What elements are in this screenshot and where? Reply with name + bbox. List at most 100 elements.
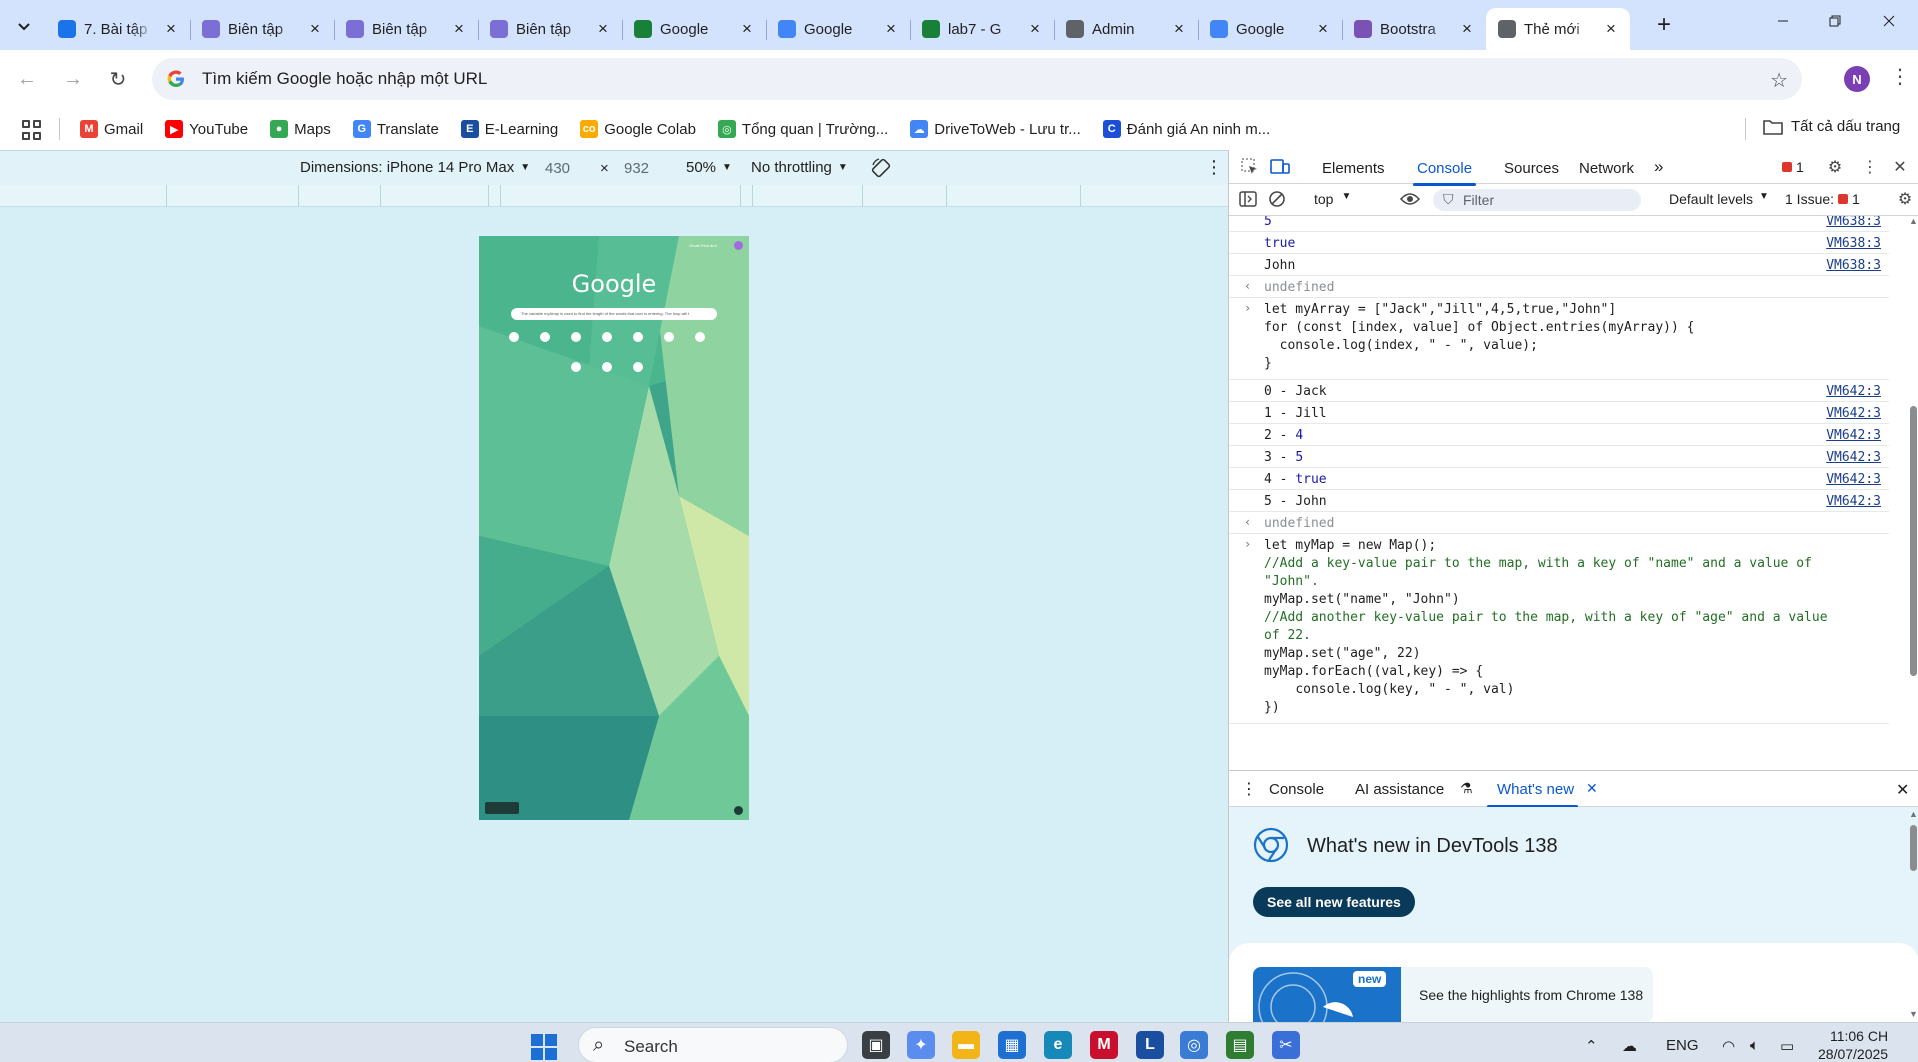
console-settings-gear-icon[interactable]: ⚙ [1894, 189, 1916, 209]
inspect-element-icon[interactable] [1239, 157, 1261, 177]
l-app-icon[interactable]: L [1136, 1031, 1164, 1059]
device-screen[interactable]: Gmail Hình ảnh Google The variable myArr… [479, 236, 749, 820]
browser-tab[interactable]: Biên tập × [190, 8, 334, 50]
address-bar[interactable]: Tìm kiếm Google hoặc nhập một URL ☆ [152, 58, 1802, 100]
browser-tab[interactable]: Thẻ mới × [1486, 8, 1630, 50]
device-toggle-icon[interactable] [1269, 157, 1291, 177]
console-scrollbar[interactable]: ▲ [1907, 216, 1918, 770]
windows-start-icon[interactable] [530, 1033, 558, 1061]
close-drawer-icon[interactable]: ✕ [1896, 780, 1909, 800]
width-input[interactable]: 430 [545, 160, 570, 177]
all-bookmarks-button[interactable]: Tất cả dấu trang [1763, 118, 1900, 135]
error-count-badge[interactable]: 1 [1782, 159, 1804, 175]
close-window-button[interactable] [1866, 0, 1912, 42]
restore-button[interactable] [1812, 0, 1858, 42]
bookmark-item[interactable]: co Google Colab [580, 120, 696, 138]
minimize-button[interactable] [1760, 0, 1806, 42]
close-tab-icon[interactable]: × [162, 20, 180, 38]
close-tab-icon[interactable]: × [594, 20, 612, 38]
log-source-link[interactable]: VM638:3 [1826, 216, 1881, 229]
bookmark-item[interactable]: E E-Learning [460, 120, 558, 138]
issues-counter[interactable]: 1 Issue: 1 [1785, 191, 1860, 207]
browser-tab[interactable]: Admin × [1054, 8, 1198, 50]
clear-console-icon[interactable] [1266, 189, 1288, 209]
profile-avatar[interactable]: N [1844, 66, 1870, 92]
context-selector[interactable]: top ▼ [1314, 191, 1351, 207]
close-tab-icon[interactable]: × [1170, 20, 1188, 38]
new-tab-button[interactable]: + [1650, 12, 1678, 40]
more-tabs-icon[interactable]: » [1654, 157, 1663, 177]
browser-tab[interactable]: 7. Bài tập × [46, 8, 190, 50]
drawer-menu-icon[interactable]: ⋮ [1241, 779, 1257, 799]
reload-button[interactable]: ↻ [103, 64, 133, 94]
log-source-link[interactable]: VM642:3 [1826, 494, 1881, 509]
system-clock[interactable]: 11:06 CH 28/07/2025 [1818, 1027, 1888, 1062]
language-indicator[interactable]: ENG [1666, 1037, 1699, 1054]
log-source-link[interactable]: VM638:3 [1826, 258, 1881, 273]
volume-icon[interactable]: 🔈︎ [1750, 1037, 1759, 1054]
phone-search-box[interactable]: The variable myArray is used to find the… [511, 308, 717, 320]
browser-tab[interactable]: Google × [766, 8, 910, 50]
bookmark-item[interactable]: G Translate [352, 120, 439, 138]
close-tab-icon[interactable]: × [306, 20, 324, 38]
forward-button[interactable]: → [58, 64, 88, 94]
log-source-link[interactable]: VM638:3 [1826, 236, 1881, 251]
throttling-dropdown[interactable]: No throttling ▼ [751, 159, 848, 176]
live-expression-eye-icon[interactable] [1399, 189, 1421, 209]
onedrive-cloud-icon[interactable]: ☁ [1622, 1037, 1637, 1055]
device-dropdown[interactable]: Dimensions: iPhone 14 Pro Max ▼ [300, 159, 530, 176]
whats-new-scrollbar[interactable]: ▲ ▼ [1907, 807, 1918, 1023]
back-button[interactable]: ← [12, 64, 42, 94]
close-tab-icon[interactable]: × [738, 20, 756, 38]
tab-network[interactable]: Network [1579, 160, 1634, 177]
battery-icon[interactable]: ▭ [1780, 1037, 1794, 1055]
bookmark-item[interactable]: ● Maps [270, 120, 331, 138]
edge-icon[interactable]: e [1044, 1031, 1072, 1059]
see-all-features-button[interactable]: See all new features [1253, 887, 1415, 917]
log-source-link[interactable]: VM642:3 [1826, 450, 1881, 465]
browser-tab[interactable]: lab7 - G × [910, 8, 1054, 50]
log-levels-dropdown[interactable]: Default levels ▼ [1669, 191, 1769, 207]
settings-gear-icon[interactable]: ⚙ [1824, 157, 1846, 177]
close-devtools-icon[interactable]: ✕ [1889, 157, 1911, 177]
log-source-link[interactable]: VM642:3 [1826, 428, 1881, 443]
console-scroll-thumb[interactable] [1910, 406, 1917, 676]
browser-tab[interactable]: Google × [622, 8, 766, 50]
bookmark-item[interactable]: M Gmail [80, 120, 143, 138]
close-tab-icon[interactable]: × [882, 20, 900, 38]
log-source-link[interactable]: VM642:3 [1826, 406, 1881, 421]
close-tab-icon[interactable]: ✕ [1586, 780, 1598, 797]
tab-elements[interactable]: Elements [1322, 160, 1385, 177]
log-source-link[interactable]: VM642:3 [1826, 384, 1881, 399]
bookmark-item[interactable]: ◎ Tổng quan | Trường... [717, 120, 888, 138]
browser-tab[interactable]: Bootstra × [1342, 8, 1486, 50]
drawer-tab-console[interactable]: Console [1269, 781, 1324, 798]
store-icon[interactable]: ▦ [998, 1031, 1026, 1059]
bookmark-item[interactable]: ▶ YouTube [165, 120, 248, 138]
tab-console[interactable]: Console [1412, 160, 1477, 186]
log-source-link[interactable]: VM642:3 [1826, 472, 1881, 487]
browser-menu-icon[interactable]: ⋮ [1890, 64, 1910, 89]
close-tab-icon[interactable]: × [450, 20, 468, 38]
close-tab-icon[interactable]: × [1314, 20, 1332, 38]
excel-chart-icon[interactable]: ▤ [1226, 1031, 1254, 1059]
drawer-tab-whats-new[interactable]: What's new [1486, 781, 1579, 808]
browser-tab[interactable]: Biên tập × [334, 8, 478, 50]
device-more-icon[interactable]: ⋮ [1205, 157, 1223, 178]
close-tab-icon[interactable]: × [1602, 20, 1620, 38]
close-tab-icon[interactable]: × [1026, 20, 1044, 38]
rotate-button[interactable] [870, 157, 892, 179]
bookmark-item[interactable]: C Đánh giá An ninh m... [1102, 120, 1270, 138]
height-input[interactable]: 932 [624, 160, 649, 177]
mcafee-icon[interactable]: M [1090, 1031, 1118, 1059]
zoom-dropdown[interactable]: 50% ▼ [686, 159, 732, 176]
whats-new-scroll-thumb[interactable] [1910, 825, 1917, 871]
tab-sources[interactable]: Sources [1504, 160, 1559, 177]
apps-grid-icon[interactable] [22, 120, 42, 140]
close-tab-icon[interactable]: × [1458, 20, 1476, 38]
bookmark-item[interactable]: ☁ DriveToWeb - Lưu tr... [910, 120, 1081, 138]
browser-tab[interactable]: Google × [1198, 8, 1342, 50]
devtools-menu-icon[interactable]: ⋮ [1859, 157, 1881, 177]
browser-tab[interactable]: Biên tập × [478, 8, 622, 50]
tray-chevron-up-icon[interactable]: ⌃ [1585, 1037, 1598, 1055]
